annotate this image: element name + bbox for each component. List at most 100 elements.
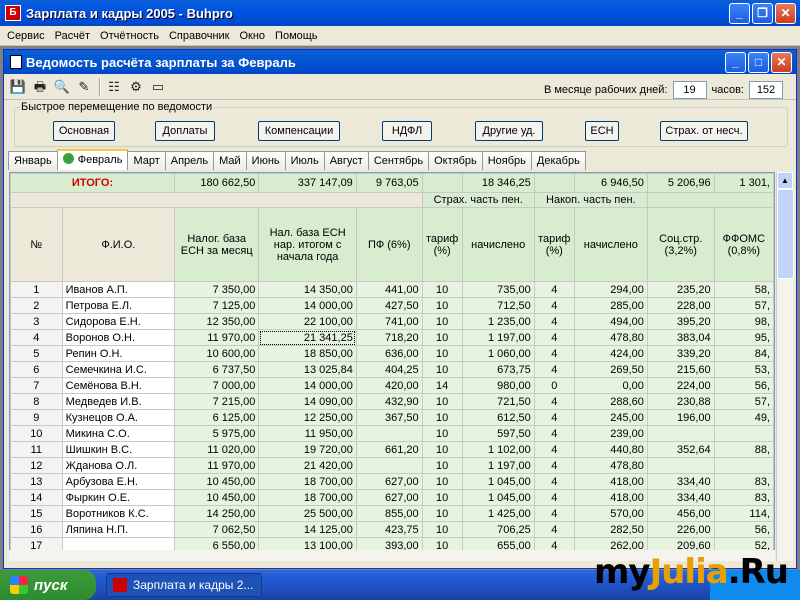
tab-november[interactable]: Ноябрь: [481, 151, 532, 170]
nakop-rate-cell[interactable]: 4: [533, 425, 575, 442]
nakop-rate-cell[interactable]: 4: [533, 489, 575, 506]
pf-amount-cell[interactable]: 741,00: [355, 313, 423, 330]
tax-base-ytd-cell[interactable]: 14 000,00: [258, 377, 357, 394]
employee-name-cell[interactable]: Кузнецов О.А.: [61, 409, 176, 426]
column-header[interactable]: начислено: [573, 207, 648, 282]
nav-esn-button[interactable]: ЕСН: [585, 121, 619, 141]
row-number-cell[interactable]: 11: [10, 441, 63, 458]
employee-name-cell[interactable]: Жданова О.Л.: [61, 457, 176, 474]
table-row[interactable]: 5 Репин О.Н. 10 600,00 18 850,00 636,00 10 1 0…: [10, 345, 774, 362]
nakop-rate-cell[interactable]: 4: [533, 457, 575, 474]
pf-amount-cell[interactable]: 432,90: [355, 393, 423, 410]
row-number-cell[interactable]: 2: [10, 297, 63, 314]
row-number-cell[interactable]: 6: [10, 361, 63, 378]
tax-base-cell[interactable]: 7 215,00: [174, 393, 260, 410]
edit-icon[interactable]: ✎: [74, 77, 94, 97]
nakop-rate-cell[interactable]: 4: [533, 345, 575, 362]
strakh-rate-cell[interactable]: 10: [421, 393, 463, 410]
child-minimize-button[interactable]: _: [725, 51, 746, 73]
row-number-cell[interactable]: 10: [10, 425, 63, 442]
nakop-amount-cell[interactable]: 288,60: [573, 393, 648, 410]
tax-base-ytd-cell[interactable]: 21 341,25: [258, 329, 357, 346]
soc-amount-cell[interactable]: 215,60: [646, 361, 715, 378]
table-row[interactable]: 13 Арбузова Е.Н. 10 450,00 18 700,00 627,00 1…: [10, 473, 774, 490]
close-button[interactable]: ✕: [775, 2, 796, 24]
nakop-rate-cell[interactable]: 4: [533, 473, 575, 490]
nakop-rate-cell[interactable]: 4: [533, 329, 575, 346]
strakh-rate-cell[interactable]: 10: [421, 457, 463, 474]
hours-field[interactable]: 152: [749, 81, 783, 99]
pf-amount-cell[interactable]: [355, 457, 423, 474]
strakh-amount-cell[interactable]: 712,50: [461, 297, 535, 314]
row-number-cell[interactable]: 8: [10, 393, 63, 410]
strakh-amount-cell[interactable]: 1 235,00: [461, 313, 535, 330]
nav-main-button[interactable]: Основная: [53, 121, 115, 141]
tax-base-ytd-cell[interactable]: 19 720,00: [258, 441, 357, 458]
tax-base-cell[interactable]: 5 975,00: [174, 425, 260, 442]
strakh-rate-cell[interactable]: 10: [421, 521, 463, 538]
nakop-amount-cell[interactable]: 494,00: [573, 313, 648, 330]
employee-name-cell[interactable]: Иванов А.П.: [61, 281, 176, 298]
menu-reports[interactable]: Отчётность: [95, 30, 164, 42]
nakop-amount-cell[interactable]: 269,50: [573, 361, 648, 378]
table-row[interactable]: 2 Петрова Е.Л. 7 125,00 14 000,00 427,50 10 71…: [10, 297, 774, 314]
pf-amount-cell[interactable]: 661,20: [355, 441, 423, 458]
strakh-amount-cell[interactable]: 1 197,00: [461, 457, 535, 474]
strakh-rate-cell[interactable]: 10: [421, 441, 463, 458]
strakh-rate-cell[interactable]: 10: [421, 345, 463, 362]
table-row[interactable]: 14 Фыркин О.Е. 10 450,00 18 700,00 627,00 10 1…: [10, 489, 774, 506]
nakop-amount-cell[interactable]: 478,80: [573, 329, 648, 346]
nakop-amount-cell[interactable]: 478,80: [573, 457, 648, 474]
menu-help[interactable]: Помощь: [270, 30, 323, 42]
nav-extra-button[interactable]: Доплаты: [155, 121, 215, 141]
nakop-amount-cell[interactable]: 294,00: [573, 281, 648, 298]
nakop-rate-cell[interactable]: 4: [533, 441, 575, 458]
ffoms-amount-cell[interactable]: 98,: [713, 313, 774, 330]
strakh-rate-cell[interactable]: 10: [421, 297, 463, 314]
row-number-cell[interactable]: 13: [10, 473, 63, 490]
monitor-icon[interactable]: ▭: [148, 77, 168, 97]
tax-base-ytd-cell[interactable]: 14 090,00: [258, 393, 357, 410]
tax-base-ytd-cell[interactable]: 12 250,00: [258, 409, 357, 426]
strakh-amount-cell[interactable]: 612,50: [461, 409, 535, 426]
scroll-thumb[interactable]: [777, 189, 794, 279]
soc-amount-cell[interactable]: 224,00: [646, 377, 715, 394]
row-number-cell[interactable]: 9: [10, 409, 63, 426]
employee-name-cell[interactable]: Семёнова В.Н.: [61, 377, 176, 394]
column-header[interactable]: Налог. база ЕСН за месяц: [174, 207, 260, 282]
save-icon[interactable]: 💾: [8, 77, 28, 97]
tax-base-cell[interactable]: 11 970,00: [174, 329, 260, 346]
menu-reference[interactable]: Справочник: [164, 30, 235, 42]
tax-base-ytd-cell[interactable]: 14 000,00: [258, 297, 357, 314]
table-row[interactable]: 12 Жданова О.Л. 11 970,00 21 420,00 10 1 197,…: [10, 457, 774, 474]
strakh-amount-cell[interactable]: 1 045,00: [461, 473, 535, 490]
table-row[interactable]: 1 Иванов А.П. 7 350,00 14 350,00 441,00 10 735…: [10, 281, 774, 298]
employee-name-cell[interactable]: Микина С.О.: [61, 425, 176, 442]
nakop-rate-cell[interactable]: 4: [533, 313, 575, 330]
ffoms-amount-cell[interactable]: 49,: [713, 409, 774, 426]
tab-august[interactable]: Август: [323, 151, 369, 170]
nav-other-deductions-button[interactable]: Другие уд.: [475, 121, 543, 141]
nakop-rate-cell[interactable]: 4: [533, 297, 575, 314]
tax-base-cell[interactable]: 10 450,00: [174, 489, 260, 506]
soc-amount-cell[interactable]: 230,88: [646, 393, 715, 410]
tax-base-cell[interactable]: 7 062,50: [174, 521, 260, 538]
tax-base-cell[interactable]: 6 125,00: [174, 409, 260, 426]
tax-base-ytd-cell[interactable]: 14 125,00: [258, 521, 357, 538]
tax-base-ytd-cell[interactable]: 25 500,00: [258, 505, 357, 522]
soc-amount-cell[interactable]: 339,20: [646, 345, 715, 362]
employee-name-cell[interactable]: Медведев И.В.: [61, 393, 176, 410]
strakh-rate-cell[interactable]: 10: [421, 329, 463, 346]
strakh-amount-cell[interactable]: 1 425,00: [461, 505, 535, 522]
employee-name-cell[interactable]: Сидорова Е.Н.: [61, 313, 176, 330]
soc-amount-cell[interactable]: 196,00: [646, 409, 715, 426]
soc-amount-cell[interactable]: [646, 457, 715, 474]
tab-may[interactable]: Май: [213, 151, 247, 170]
nakop-rate-cell[interactable]: 4: [533, 361, 575, 378]
strakh-amount-cell[interactable]: 1 060,00: [461, 345, 535, 362]
menu-service[interactable]: Сервис: [2, 30, 50, 42]
strakh-rate-cell[interactable]: 10: [421, 505, 463, 522]
vertical-scrollbar[interactable]: ▲: [776, 172, 794, 561]
tab-july[interactable]: Июль: [284, 151, 325, 170]
pf-amount-cell[interactable]: 718,20: [355, 329, 423, 346]
